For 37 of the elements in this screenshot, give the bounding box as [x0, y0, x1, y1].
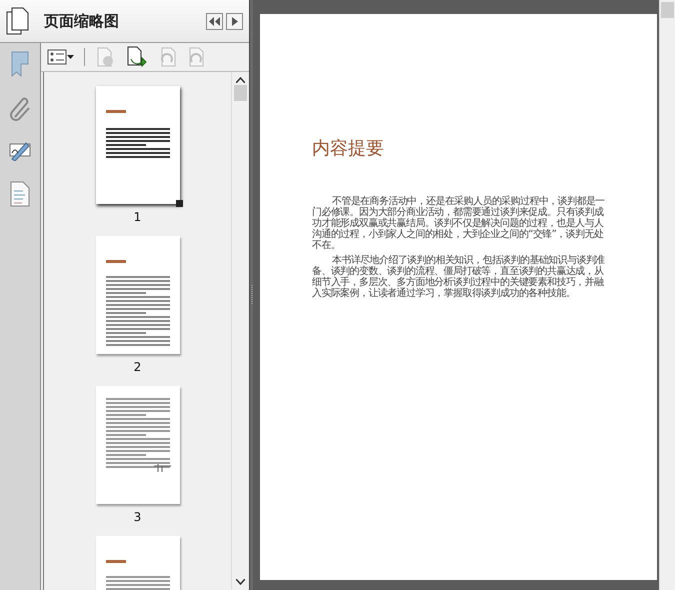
caret-icon: [67, 55, 74, 59]
bookmark-icon: [11, 51, 29, 77]
document-icon: [10, 181, 30, 207]
document-scrollbar[interactable]: [659, 0, 675, 590]
page-insert-icon: [125, 46, 147, 68]
scrollbar-thumb[interactable]: [661, 2, 674, 18]
page-number: 1: [134, 210, 142, 226]
options-button[interactable]: [47, 49, 74, 65]
attachments-button[interactable]: [9, 97, 31, 121]
content-button[interactable]: [10, 181, 30, 207]
text-lines-drawing: [106, 560, 170, 590]
document-paragraph: 本书详尽地介绍了谈判的相关知识，包括谈判的基础知识与谈判准备、谈判的变数、谈判的流程、僵局打破等，直至谈判的共赢达成，从细节入手，多层次、多方面地分析谈判过程中的关键要素和技巧，并融入实际案例，让读者通过学习，掌握取得谈判成功的各种技能。: [312, 255, 605, 299]
expand-button[interactable]: [226, 12, 243, 30]
bookmarks-button[interactable]: [11, 51, 29, 77]
right-arrow-icon: [232, 16, 238, 26]
pages-icon: [6, 7, 30, 35]
text-lines-drawing: [106, 110, 170, 158]
page-number: 3: [134, 510, 142, 526]
page-delete-icon: [95, 47, 115, 67]
panel-title: 页面缩略图: [44, 12, 120, 30]
text-lines-drawing: [106, 398, 170, 468]
document-title: 内容提要: [312, 137, 385, 160]
document-paragraph: 不管是在商务活动中，还是在采购人员的采购过程中，谈判都是一门必修课。因为大部分商业活动，都需要通过谈判来促成。只有谈判成功才能形成双赢或共赢结局。谈判不仅是解决问题的过程，也是人与人沟通的过程，小到家人之间的相处，大到企业之间的“交锋”，谈判无处不在。: [312, 196, 605, 251]
page-number: 2: [134, 360, 142, 376]
insert-button[interactable]: [125, 46, 147, 68]
resize-handle[interactable]: [176, 200, 182, 207]
scrollbar-thumb[interactable]: [234, 85, 247, 101]
page-thumbnail[interactable]: [96, 236, 180, 354]
paperclip-icon: [9, 97, 31, 121]
signature-pen-icon: [8, 141, 32, 161]
collapse-button[interactable]: [206, 12, 223, 30]
list-icon: [47, 49, 67, 65]
scrollbar[interactable]: [231, 72, 249, 590]
signature-drawing: [153, 464, 171, 472]
signatures-button[interactable]: [8, 141, 32, 161]
double-left-arrow-icon: [209, 16, 220, 26]
page-thumbnail[interactable]: [96, 386, 180, 504]
